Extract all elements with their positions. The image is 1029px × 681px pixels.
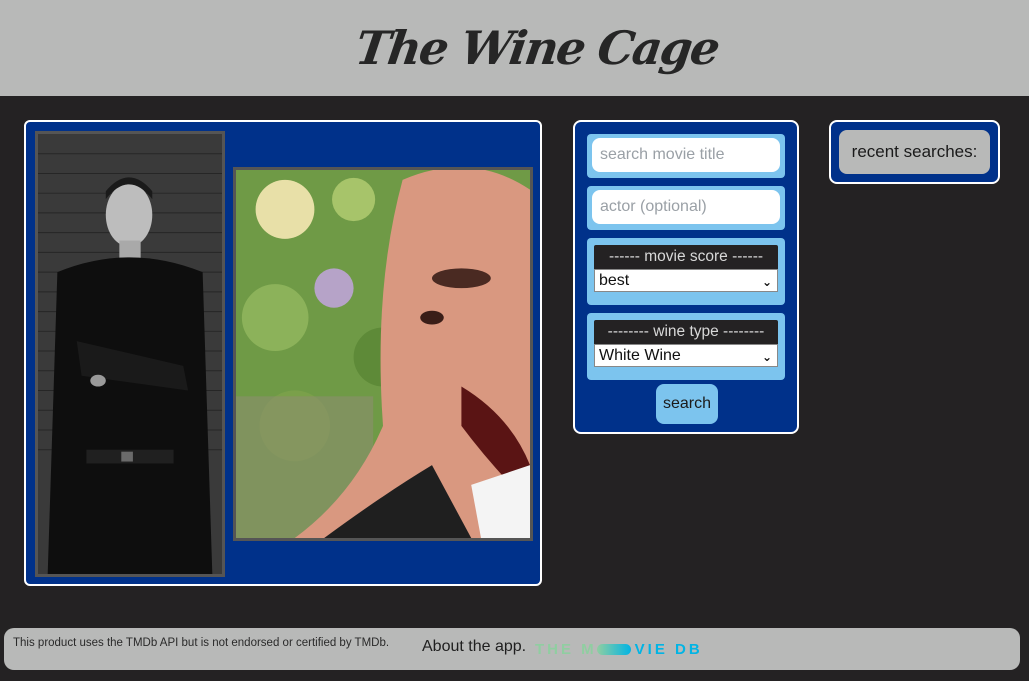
recent-searches-label: recent searches: <box>839 130 990 174</box>
tmdb-logo-left: THE M <box>535 640 597 658</box>
movie-title-input[interactable] <box>592 138 780 172</box>
title-field-box <box>587 134 785 178</box>
tmdb-pill-icon <box>596 643 631 655</box>
header: The Wine Cage <box>0 0 1029 96</box>
tmdb-disclaimer: This product uses the TMDb API but is no… <box>13 637 390 649</box>
tmdb-logo[interactable]: THE M VIE DB <box>535 640 703 658</box>
search-panel: ------ movie score ------ best ⌄ -------… <box>573 120 799 434</box>
closeup-photo <box>233 167 533 541</box>
actor-input[interactable] <box>592 190 780 224</box>
wine-type-label: -------- wine type -------- <box>594 320 778 344</box>
search-button[interactable]: search <box>656 384 718 424</box>
movie-score-label: ------ movie score ------ <box>594 245 778 269</box>
photo-panel <box>24 120 542 586</box>
movie-score-box: ------ movie score ------ best ⌄ <box>587 238 785 305</box>
tmdb-logo-right: VIE DB <box>634 640 703 658</box>
actor-field-box <box>587 186 785 230</box>
site-logo: The Wine Cage <box>352 21 722 75</box>
portrait-photo <box>35 131 225 577</box>
about-link[interactable]: About the app. <box>422 638 526 656</box>
wine-type-select[interactable]: White Wine <box>594 344 778 367</box>
wine-type-box: -------- wine type -------- White Wine ⌄ <box>587 313 785 380</box>
footer: This product uses the TMDb API but is no… <box>4 628 1020 670</box>
recent-searches-panel: recent searches: <box>829 120 1000 184</box>
movie-score-select[interactable]: best <box>594 269 778 292</box>
